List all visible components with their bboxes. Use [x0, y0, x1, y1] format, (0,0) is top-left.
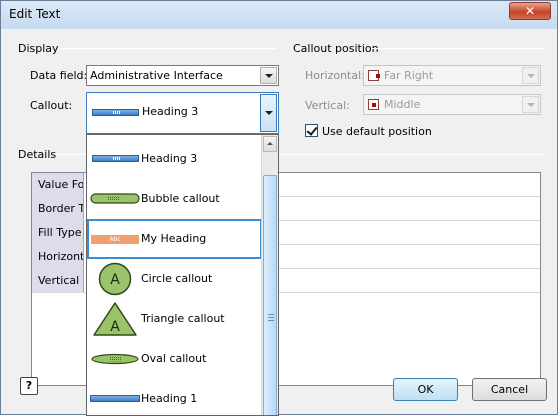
dropdown-item-heading-3[interactable]: Heading 3: [87, 139, 262, 179]
dropdown-scrollbar[interactable]: [261, 135, 278, 415]
callout-label: Callout:: [30, 99, 73, 112]
chevron-down-icon[interactable]: [260, 67, 277, 84]
data-field-value: Administrative Interface: [90, 69, 223, 82]
middle-position-icon: [368, 99, 379, 110]
dropdown-item-label: Circle callout: [141, 272, 213, 285]
my-heading-bar-icon: Abc: [91, 235, 139, 244]
cancel-button[interactable]: Cancel: [472, 378, 547, 401]
data-field-label: Data field:: [30, 69, 88, 82]
horizontal-value: Far Right: [384, 69, 434, 82]
edit-text-dialog: Edit Text ✕ Display Data field: Administ…: [0, 0, 558, 416]
heading-3-bar-icon: [92, 155, 139, 162]
callout-position-divider: [371, 48, 545, 49]
far-right-position-icon: [368, 70, 380, 81]
dropdown-item-label: Triangle callout: [141, 312, 225, 325]
dialog-title: Edit Text: [9, 7, 61, 21]
ok-button[interactable]: OK: [393, 378, 458, 401]
dropdown-item-oval-callout[interactable]: Oval callout: [87, 339, 262, 379]
scroll-up-icon[interactable]: [263, 136, 277, 152]
chevron-down-icon[interactable]: [260, 94, 277, 132]
grip-icon: [268, 314, 274, 321]
help-button[interactable]: ?: [20, 377, 38, 395]
horizontal-label: Horizontal:: [305, 69, 365, 82]
display-divider: [61, 48, 276, 49]
details-section-title: Details: [18, 148, 57, 161]
row-header: Border Ty: [32, 197, 84, 220]
bubble-callout-icon: [90, 193, 140, 204]
display-section-title: Display: [18, 42, 59, 55]
vertical-value: Middle: [384, 98, 421, 111]
vertical-combo[interactable]: Middle: [363, 94, 541, 115]
horizontal-combo[interactable]: Far Right: [363, 65, 541, 86]
chevron-down-icon[interactable]: [522, 96, 539, 113]
data-field-combo[interactable]: Administrative Interface: [86, 65, 279, 86]
close-button[interactable]: ✕: [509, 2, 551, 20]
row-header: Value For: [32, 173, 84, 196]
callout-combo[interactable]: Heading 3: [86, 92, 279, 134]
svg-text:A: A: [110, 272, 120, 288]
row-header: Horizonta: [32, 245, 84, 268]
callout-position-title: Callout position: [293, 42, 379, 55]
dropdown-item-triangle-callout[interactable]: A Triangle callout: [87, 299, 262, 339]
chevron-down-icon[interactable]: [522, 67, 539, 84]
dropdown-item-my-heading[interactable]: Abc My Heading: [87, 219, 262, 259]
title-bar: Edit Text ✕: [1, 1, 557, 29]
heading-1-bar-icon: [90, 395, 140, 402]
use-default-position-checkbox[interactable]: [305, 124, 318, 137]
callout-value: Heading 3: [142, 105, 199, 118]
dropdown-item-heading-1[interactable]: Heading 1: [87, 379, 262, 415]
oval-callout-icon: [91, 353, 139, 365]
heading-3-bar-icon: [92, 109, 139, 116]
dropdown-item-circle-callout[interactable]: A Circle callout: [87, 259, 262, 299]
svg-text:A: A: [110, 319, 120, 335]
callout-dropdown-list: Heading 3 Bubble callout Abc My Heading …: [86, 134, 279, 416]
row-header: Fill Type: [32, 221, 84, 244]
use-default-position-label[interactable]: Use default position: [322, 125, 432, 138]
triangle-callout-icon: A: [93, 302, 137, 336]
scrollbar-thumb[interactable]: [263, 175, 277, 415]
dropdown-item-label: Oval callout: [141, 352, 207, 365]
row-header: Vertical C: [32, 269, 84, 292]
dropdown-item-label: Heading 1: [141, 392, 198, 405]
dropdown-item-bubble-callout[interactable]: Bubble callout: [87, 179, 262, 219]
vertical-label: Vertical:: [305, 99, 350, 112]
circle-callout-icon: A: [98, 262, 132, 296]
dropdown-item-label: Bubble callout: [141, 192, 220, 205]
dropdown-item-label: Heading 3: [141, 152, 198, 165]
dropdown-item-label: My Heading: [141, 232, 207, 245]
